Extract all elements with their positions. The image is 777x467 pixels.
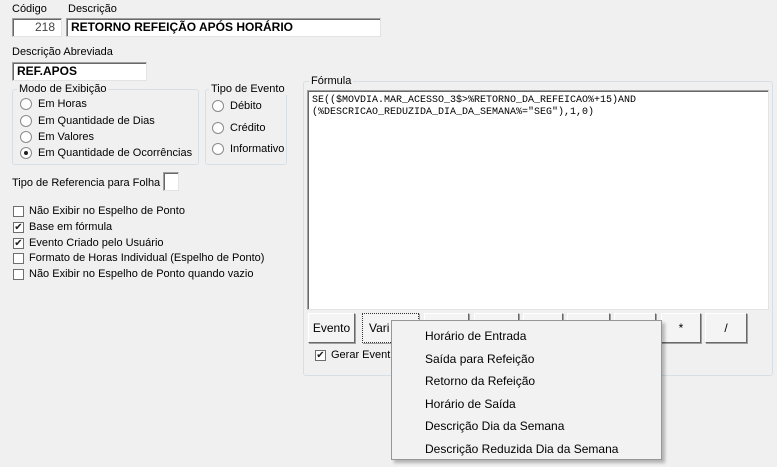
checkbox-label: Não Exibir no Espelho de Ponto — [29, 205, 185, 217]
radio-button[interactable] — [20, 115, 32, 127]
menu-item-descricao-dia-semana[interactable]: Descrição Dia da Semana — [392, 415, 661, 438]
check-mark-icon[interactable]: ✔ — [13, 221, 24, 233]
radio-button[interactable] — [20, 98, 32, 110]
checkbox-box[interactable] — [13, 268, 24, 280]
radio-label: Crédito — [230, 122, 266, 134]
radio-debito[interactable]: Débito — [212, 100, 262, 112]
check-mark-icon[interactable]: ✔ — [315, 349, 326, 361]
radio-label: Em Horas — [38, 98, 87, 110]
formula-line: SE(($MOVDIA.MAR_ACESSO_3$>%RETORNO_DA_RE… — [312, 95, 637, 106]
radio-em-horas[interactable]: Em Horas — [20, 98, 87, 110]
descricao-label: Descrição — [68, 3, 117, 15]
checkbox-label: Base em fórmula — [29, 221, 113, 233]
menu-item-horario-entrada[interactable]: Horário de Entrada — [392, 325, 661, 348]
checkbox-label: Formato de Horas Individual (Espelho de … — [29, 252, 265, 264]
check-mark-icon[interactable]: ✔ — [13, 237, 24, 249]
checkbox-label: Não Exibir no Espelho de Ponto quando va… — [29, 268, 254, 280]
radio-informativo[interactable]: Informativo — [212, 143, 284, 155]
radio-label: Em Quantidade de Dias — [38, 115, 155, 127]
variables-dropdown-menu: Horário de Entrada Saída para Refeição R… — [391, 320, 662, 460]
formula-line: (%DESCRICAO_REDUZIDA_DIA_DA_SEMANA%="SEG… — [312, 107, 595, 118]
tipo-referencia-field[interactable] — [163, 172, 179, 191]
radio-label: Em Quantidade de Ocorrências — [38, 147, 193, 159]
divide-button[interactable]: / — [705, 313, 747, 343]
checkbox-label: Gerar Event — [331, 349, 391, 361]
descricao-field[interactable]: RETORNO REFEIÇÃO APÓS HORÁRIO — [66, 18, 381, 37]
radio-em-valores[interactable]: Em Valores — [20, 131, 94, 143]
menu-item-horario-saida[interactable]: Horário de Saída — [392, 393, 661, 416]
codigo-field[interactable]: 218 — [12, 18, 62, 37]
tipo-evento-title: Tipo de Evento — [209, 83, 287, 95]
radio-em-quantidade-de-dias[interactable]: Em Quantidade de Dias — [20, 115, 155, 127]
multiply-button[interactable]: * — [661, 313, 701, 343]
descricao-abreviada-label: Descrição Abreviada — [12, 46, 113, 58]
formula-title: Fórmula — [309, 75, 354, 87]
codigo-label: Código — [12, 3, 47, 15]
radio-button[interactable] — [20, 131, 32, 143]
radio-button[interactable] — [212, 122, 224, 134]
radio-em-quantidade-de-ocorrencias[interactable]: Em Quantidade de Ocorrências — [20, 147, 192, 159]
radio-button[interactable] — [212, 100, 224, 112]
checkbox-formato-horas-individual[interactable]: Formato de Horas Individual (Espelho de … — [13, 252, 264, 264]
menu-item-saida-refeicao[interactable]: Saída para Refeição — [392, 348, 661, 371]
radio-label: Informativo — [230, 143, 285, 155]
checkbox-label: Evento Criado pelo Usuário — [29, 237, 164, 249]
checkbox-box[interactable] — [13, 205, 24, 217]
evento-button[interactable]: Evento — [308, 313, 355, 343]
checkbox-box[interactable] — [13, 252, 24, 264]
checkbox-evento-criado-usuario[interactable]: ✔ Evento Criado pelo Usuário — [13, 237, 164, 249]
formula-editor[interactable]: SE(($MOVDIA.MAR_ACESSO_3$>%RETORNO_DA_RE… — [307, 90, 769, 310]
radio-credito[interactable]: Crédito — [212, 122, 265, 134]
descricao-abreviada-field[interactable]: REF.APOS — [12, 62, 147, 81]
checkbox-nao-exibir-quando-vazio[interactable]: Não Exibir no Espelho de Ponto quando va… — [13, 268, 253, 280]
radio-button-selected[interactable] — [20, 147, 32, 159]
radio-label: Débito — [230, 100, 262, 112]
menu-item-retorno-refeicao[interactable]: Retorno da Refeição — [392, 370, 661, 393]
checkbox-base-em-formula[interactable]: ✔ Base em fórmula — [13, 221, 112, 233]
radio-button[interactable] — [212, 143, 224, 155]
menu-item-descricao-reduzida-dia-semana[interactable]: Descrição Reduzida Dia da Semana — [392, 438, 661, 461]
checkbox-nao-exibir-espelho[interactable]: Não Exibir no Espelho de Ponto — [13, 205, 185, 217]
checkbox-gerar-evento[interactable]: ✔ Gerar Event — [315, 349, 390, 361]
modo-exibicao-title: Modo de Exibição — [17, 83, 109, 95]
tipo-referencia-label: Tipo de Referencia para Folha — [12, 177, 161, 189]
radio-label: Em Valores — [38, 131, 95, 143]
